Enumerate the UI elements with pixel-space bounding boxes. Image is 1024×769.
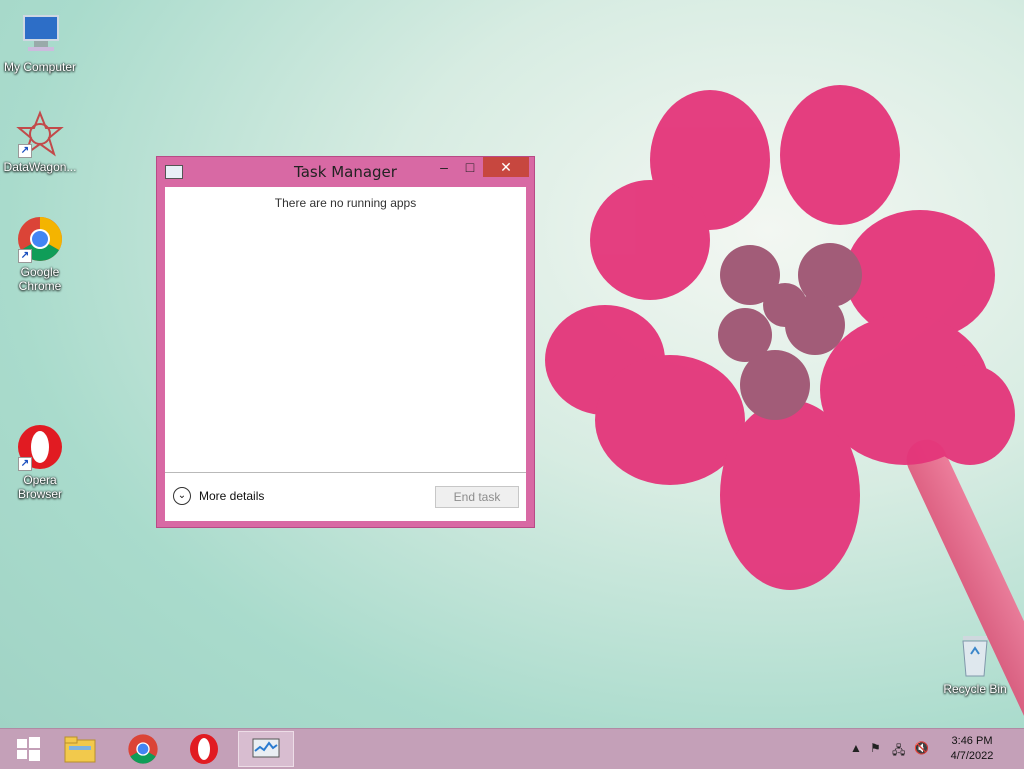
desktop-icon-label: Google Chrome — [18, 265, 62, 293]
desktop-icon-my-computer[interactable]: My Computer — [0, 10, 80, 74]
desktop-icon-label: Recycle Bin — [943, 682, 1007, 696]
task-manager-window[interactable]: Task Manager – □ ✕ There are no running … — [156, 156, 535, 528]
clock-time: 3:46 PM — [951, 735, 993, 747]
desktop-icon-label: DataWagon... — [3, 160, 77, 174]
chrome-icon: ↗ — [16, 215, 64, 263]
empty-state-message: There are no running apps — [274, 196, 417, 210]
desktop-icon-opera-browser[interactable]: ↗ Opera Browser — [0, 423, 80, 501]
more-details-label: More details — [199, 489, 265, 503]
clock-date: 4/7/2022 — [950, 750, 994, 762]
maximize-icon: □ — [465, 159, 475, 175]
datawagon-logo-icon: ↗ — [16, 110, 64, 158]
close-icon: ✕ — [500, 159, 512, 175]
window-footer: ⌄ More details End task — [165, 472, 526, 521]
window-titlebar[interactable]: Task Manager – □ ✕ — [157, 157, 534, 187]
task-manager-icon — [252, 738, 280, 758]
system-tray: ▲ ⚑ 🖧 🔇 3:46 PM 4/7/2022 — [844, 729, 1024, 769]
taskbar-task-manager[interactable] — [238, 731, 294, 767]
desktop-icon-google-chrome[interactable]: ↗ Google Chrome — [0, 215, 80, 293]
chrome-icon — [128, 734, 158, 764]
more-details-button[interactable]: ⌄ More details — [173, 487, 264, 505]
windows-logo-icon — [17, 737, 40, 761]
maximize-button[interactable]: □ — [457, 157, 483, 179]
desktop-icon-label: Opera Browser — [17, 473, 62, 501]
taskbar: ▲ ⚑ 🖧 🔇 3:46 PM 4/7/2022 — [0, 728, 1024, 769]
network-icon[interactable]: 🖧 — [892, 741, 905, 762]
shortcut-arrow-icon: ↗ — [18, 457, 32, 471]
taskbar-chrome[interactable] — [115, 731, 171, 767]
wallpaper-flower — [545, 85, 1015, 590]
minimize-icon: – — [440, 159, 448, 175]
shortcut-arrow-icon: ↗ — [18, 144, 32, 158]
close-button[interactable]: ✕ — [483, 157, 529, 177]
taskbar-clock[interactable]: 3:46 PM 4/7/2022 — [942, 734, 1002, 764]
desktop-icon-datawagon[interactable]: ↗ DataWagon... — [0, 110, 80, 174]
opera-icon: ↗ — [16, 423, 64, 471]
desktop-icon-label: My Computer — [3, 60, 77, 74]
volume-muted-icon[interactable]: 🔇 — [914, 741, 929, 755]
folder-icon — [64, 736, 96, 763]
shortcut-arrow-icon: ↗ — [18, 249, 32, 263]
taskbar-file-explorer[interactable] — [52, 731, 108, 767]
end-task-button[interactable]: End task — [435, 486, 519, 508]
opera-icon — [190, 734, 218, 764]
taskbar-opera[interactable] — [176, 731, 232, 767]
recycle-bin-icon — [951, 632, 999, 680]
app-list-area: There are no running apps ⌄ More details… — [165, 187, 526, 521]
start-button[interactable] — [0, 731, 56, 767]
minimize-button[interactable]: – — [431, 157, 457, 179]
chevron-down-icon: ⌄ — [173, 487, 191, 505]
computer-icon — [16, 10, 64, 58]
show-hidden-icons-chevron-icon[interactable]: ▲ — [850, 741, 862, 755]
action-center-flag-icon[interactable]: ⚑ — [870, 741, 881, 755]
desktop-icon-recycle-bin[interactable]: Recycle Bin — [935, 632, 1015, 696]
